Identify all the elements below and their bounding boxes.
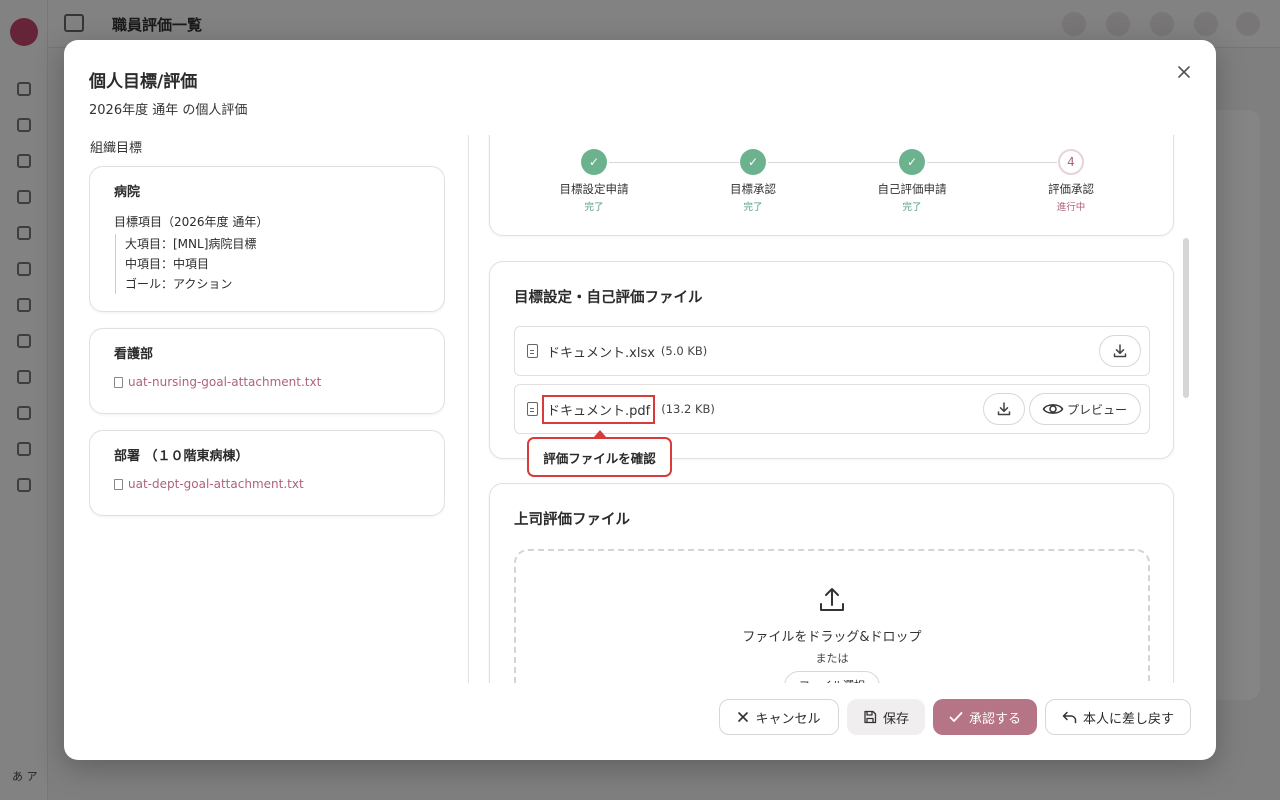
download-icon [997,402,1011,416]
step-label: 目標設定申請 [559,182,629,196]
dept-attachment-link[interactable]: uat-dept-goal-attachment.txt [114,477,420,491]
approve-label: 承認する [968,711,1021,727]
save-icon [864,710,877,724]
cancel-label: キャンセル [755,711,821,727]
org-goals-label: 組織目標 [90,141,143,156]
step-evaluation-approval: 4 評価承認 進行中 [1001,149,1141,213]
file-size: (13.2 KB) [661,402,715,416]
nursing-goal-title: 看護部 [114,347,154,362]
step-label: 評価承認 [1048,182,1094,196]
dept-attachment-name: uat-dept-goal-attachment.txt [128,477,304,491]
step-label: 目標承認 [730,182,776,196]
goal-action-item: ゴール：アクション [125,277,233,291]
highlighted-file-name[interactable]: ドキュメント.pdf [542,394,656,424]
tooltip-arrow [594,430,606,437]
dept-goal-card: 部署 （１０階東病棟） uat-dept-goal-attachment.txt [89,430,445,516]
hint-tooltip: 評価ファイルを確認 [527,437,672,477]
progress-stepper: ✓ 目標設定申請 完了 ✓ 目標承認 完了 ✓ 自己評価申請 完了 4 評価承認… [489,135,1174,236]
cancel-button[interactable]: キャンセル [719,699,839,735]
download-button[interactable] [982,393,1025,425]
close-icon [738,712,749,722]
org-goals-column: 組織目標 病院 目標項目（2026年度 通年） 大項目：[MNL]病院目標 中項… [89,135,445,683]
step-status: 完了 [584,202,604,213]
eye-icon [1042,404,1064,414]
step-number: 4 [1058,149,1084,175]
approve-button[interactable]: 承認する [933,699,1037,735]
preview-label: プレビュー [1066,402,1127,417]
hospital-goal-card: 病院 目標項目（2026年度 通年） 大項目：[MNL]病院目標 中項目：中項目… [89,166,445,312]
document-icon [527,344,538,358]
file-dropzone[interactable]: ファイルをドラッグ&ドロップ または ファイル選択 [514,549,1150,683]
file-size: (5.0 KB) [660,344,708,358]
goal-major-item: 大項目：[MNL]病院目標 [125,237,257,251]
step-self-evaluation: ✓ 自己評価申請 完了 [842,149,982,213]
preview-button[interactable]: プレビュー [1028,393,1141,425]
supervisor-files-panel: 上司評価ファイル ファイルをドラッグ&ドロップ または ファイル選択 [489,483,1174,683]
step-goal-application: ✓ 目標設定申請 完了 [524,149,664,213]
document-icon [527,402,538,416]
check-icon: ✓ [581,149,607,175]
goal-middle-item: 中項目：中項目 [125,257,210,271]
step-status: 進行中 [1056,202,1086,213]
column-divider [468,135,469,683]
supervisor-files-title: 上司評価ファイル [514,512,630,528]
step-goal-approval: ✓ 目標承認 完了 [683,149,823,213]
save-button[interactable]: 保存 [847,699,925,735]
check-icon: ✓ [899,149,925,175]
dept-goal-title: 部署 （１０階東病棟） [114,449,249,464]
hospital-goal-title: 病院 [114,185,141,200]
select-file-button[interactable]: ファイル選択 [784,671,880,683]
undo-icon [1062,711,1077,723]
self-evaluation-files-panel: 目標設定・自己評価ファイル ドキュメント.xlsx (5.0 KB) ドキュメン… [489,261,1174,459]
download-icon [1113,344,1127,358]
goal-item-title: 目標項目（2026年度 通年） [114,215,269,229]
scrollbar-thumb[interactable] [1183,238,1189,398]
self-files-title: 目標設定・自己評価ファイル [514,290,703,306]
file-name: ドキュメント.xlsx [547,345,655,361]
upload-icon [820,588,844,611]
nursing-attachment-name: uat-nursing-goal-attachment.txt [128,375,322,389]
file-icon [114,478,123,490]
return-label: 本人に差し戻す [1082,711,1174,727]
check-icon: ✓ [740,149,766,175]
file-row: ドキュメント.pdf (13.2 KB) プレビュー [514,384,1150,434]
close-icon [1178,66,1190,78]
file-icon [114,376,123,388]
step-status: 完了 [743,202,763,213]
evaluation-column: ✓ 目標設定申請 完了 ✓ 目標承認 完了 ✓ 自己評価申請 完了 4 評価承認… [488,135,1176,683]
check-icon [949,712,963,722]
close-button[interactable] [1172,60,1196,84]
nursing-attachment-link[interactable]: uat-nursing-goal-attachment.txt [114,375,420,389]
drop-instructions: ファイルをドラッグ&ドロップ [742,630,922,645]
return-to-employee-button[interactable]: 本人に差し戻す [1045,699,1191,735]
file-row: ドキュメント.xlsx (5.0 KB) [514,326,1150,376]
or-label: または [815,652,849,665]
nursing-goal-card: 看護部 uat-nursing-goal-attachment.txt [89,328,445,414]
dialog-subtitle: 2026年度 通年 の個人評価 [89,103,248,118]
goal-evaluation-dialog: 個人目標/評価 2026年度 通年 の個人評価 組織目標 病院 目標項目（202… [64,40,1216,760]
save-label: 保存 [882,711,909,727]
step-label: 自己評価申請 [877,182,947,196]
download-button[interactable] [1099,335,1141,367]
step-status: 完了 [902,202,922,213]
dialog-title: 個人目標/評価 [89,72,198,92]
goal-details: 大項目：[MNL]病院目標 中項目：中項目 ゴール：アクション [115,234,420,294]
